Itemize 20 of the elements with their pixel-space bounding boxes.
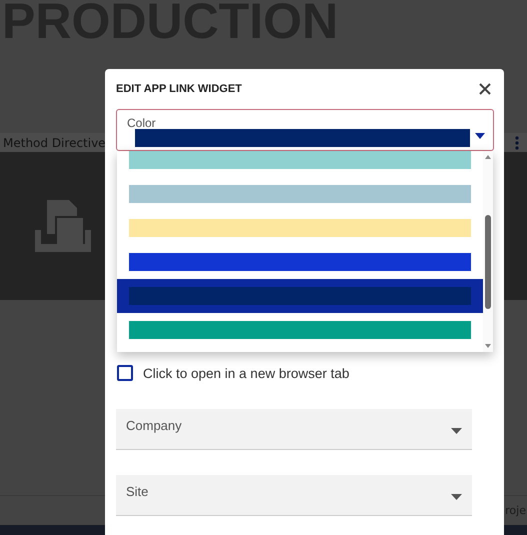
field-placeholder: Company (126, 418, 182, 433)
scroll-up-icon[interactable] (485, 155, 491, 159)
more-icon[interactable] (515, 136, 519, 150)
documents-icon (35, 200, 91, 252)
scrollbar[interactable] (483, 151, 493, 352)
scroll-down-icon[interactable] (485, 344, 491, 348)
caret-icon (451, 428, 462, 434)
field-placeholder: Site (126, 484, 148, 499)
color-option[interactable] (117, 279, 483, 313)
caret-icon (451, 494, 462, 500)
close-icon[interactable] (479, 83, 491, 95)
scroll-thumb[interactable] (485, 215, 491, 309)
select-field[interactable]: Site (116, 475, 472, 516)
field-label: Color (127, 116, 156, 130)
caret-icon (475, 133, 485, 139)
select-field[interactable]: Company (116, 409, 472, 450)
checkbox[interactable] (117, 365, 133, 381)
checkbox-label: Click to open in a new browser tab (143, 366, 350, 380)
dialog-title: EDIT APP LINK WIDGET (116, 83, 242, 95)
color-select[interactable]: Color (116, 109, 494, 151)
